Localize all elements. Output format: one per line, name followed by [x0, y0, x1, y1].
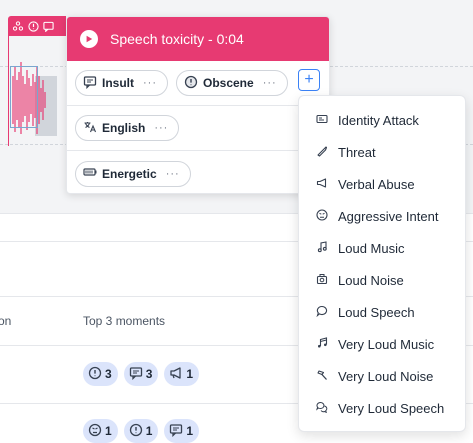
tag-label: Obscene	[203, 76, 254, 90]
tag-more-button[interactable]: ···	[263, 77, 277, 89]
add-tag-menu: Identity Attack Threat Verbal Abuse Aggr…	[298, 95, 466, 432]
moment-chip[interactable]: 1	[83, 419, 118, 443]
column-header-top-moments: Top 3 moments	[83, 314, 166, 328]
menu-item-threat[interactable]: Threat	[299, 136, 465, 168]
speaker-icon	[316, 273, 328, 288]
moments-row-2: 1 1 1	[83, 419, 200, 443]
segment-marker[interactable]	[8, 16, 66, 36]
speech-bubbles-icon	[316, 401, 328, 416]
menu-item-loud-speech[interactable]: Loud Speech	[299, 296, 465, 328]
angry-face-icon	[316, 208, 328, 224]
moment-count: 1	[145, 424, 153, 438]
moment-chip[interactable]: 1	[164, 419, 200, 443]
play-button[interactable]	[80, 30, 98, 48]
menu-item-label: Loud Music	[338, 240, 405, 256]
menu-item-verbal-abuse[interactable]: Verbal Abuse	[299, 168, 465, 200]
id-card-icon	[316, 113, 328, 128]
menu-item-label: Loud Noise	[338, 272, 404, 288]
tag-energetic[interactable]: Energetic ···	[75, 160, 191, 187]
menu-item-label: Verbal Abuse	[338, 176, 415, 192]
tag-insult[interactable]: Insult ···	[75, 70, 168, 96]
music-note-icon	[316, 240, 328, 256]
moment-count: 3	[105, 367, 112, 381]
tag-obscene[interactable]: Obscene ···	[176, 70, 288, 96]
moment-chip[interactable]: 3	[123, 362, 159, 386]
play-icon	[86, 35, 93, 43]
music-notes-icon	[316, 336, 328, 352]
menu-item-very-loud-speech[interactable]: Very Loud Speech	[299, 392, 465, 424]
playhead-selection[interactable]	[10, 66, 38, 128]
moment-chip[interactable]: 1	[123, 419, 159, 443]
knife-icon	[316, 145, 328, 160]
network-icon	[12, 20, 24, 32]
moment-count: 3	[145, 367, 153, 381]
column-header-partial: on	[0, 314, 12, 328]
menu-item-very-loud-noise[interactable]: Very Loud Noise	[299, 360, 465, 392]
toxicity-tags-row: Insult ··· Obscene ··· +	[67, 61, 329, 106]
menu-item-identity-attack[interactable]: Identity Attack	[299, 104, 465, 136]
menu-item-label: Identity Attack	[338, 112, 419, 128]
chat-bubble-icon	[42, 20, 54, 32]
menu-item-label: Aggressive Intent	[338, 208, 439, 224]
alert-circle-icon	[27, 20, 39, 32]
tag-label: Insult	[102, 76, 134, 90]
menu-item-very-loud-music[interactable]: Very Loud Music	[299, 328, 465, 360]
moments-row-1: 3 3 1	[83, 362, 200, 386]
moment-count: 1	[186, 424, 194, 438]
menu-item-label: Very Loud Music	[338, 336, 435, 352]
angry-face-icon	[88, 423, 102, 440]
emotion-row: Energetic ···	[67, 151, 329, 193]
moment-detail-popup: Speech toxicity - 0:04 Insult ··· Obscen…	[66, 16, 330, 194]
menu-item-label: Very Loud Noise	[338, 368, 434, 384]
megaphone-icon	[169, 366, 183, 383]
popup-header: Speech toxicity - 0:04	[67, 17, 329, 61]
menu-item-label: Very Loud Speech	[338, 400, 445, 416]
chat-bubble-icon	[169, 423, 183, 440]
alert-circle-icon	[88, 366, 102, 383]
menu-item-aggressive-intent[interactable]: Aggressive Intent	[299, 200, 465, 232]
tag-label: English	[102, 121, 146, 135]
chat-bubble-icon	[83, 75, 97, 92]
menu-item-label: Loud Speech	[338, 304, 415, 320]
language-row: English ···	[67, 106, 329, 151]
speech-bubble-icon	[316, 305, 328, 320]
tag-english[interactable]: English ···	[75, 115, 180, 141]
moment-chip[interactable]: 1	[164, 362, 200, 386]
popup-title: Speech toxicity - 0:04	[110, 31, 244, 47]
chat-bubble-icon	[129, 366, 143, 383]
tag-more-button[interactable]: ···	[166, 168, 180, 180]
menu-item-label: Threat	[338, 144, 376, 160]
moment-count: 1	[186, 367, 194, 381]
megaphone-icon	[316, 177, 328, 192]
alert-circle-icon	[129, 423, 143, 440]
menu-item-loud-noise[interactable]: Loud Noise	[299, 264, 465, 296]
moment-count: 1	[105, 424, 112, 438]
tag-label: Energetic	[102, 166, 157, 181]
tag-more-button[interactable]: ···	[154, 122, 168, 134]
hammer-icon	[316, 369, 328, 384]
menu-item-loud-music[interactable]: Loud Music	[299, 232, 465, 264]
translate-icon	[83, 120, 97, 137]
moment-chip[interactable]: 3	[83, 362, 118, 386]
battery-icon	[83, 165, 97, 182]
add-tag-button[interactable]: +	[298, 69, 320, 91]
tag-more-button[interactable]: ···	[143, 77, 157, 89]
alert-circle-icon	[184, 75, 198, 92]
